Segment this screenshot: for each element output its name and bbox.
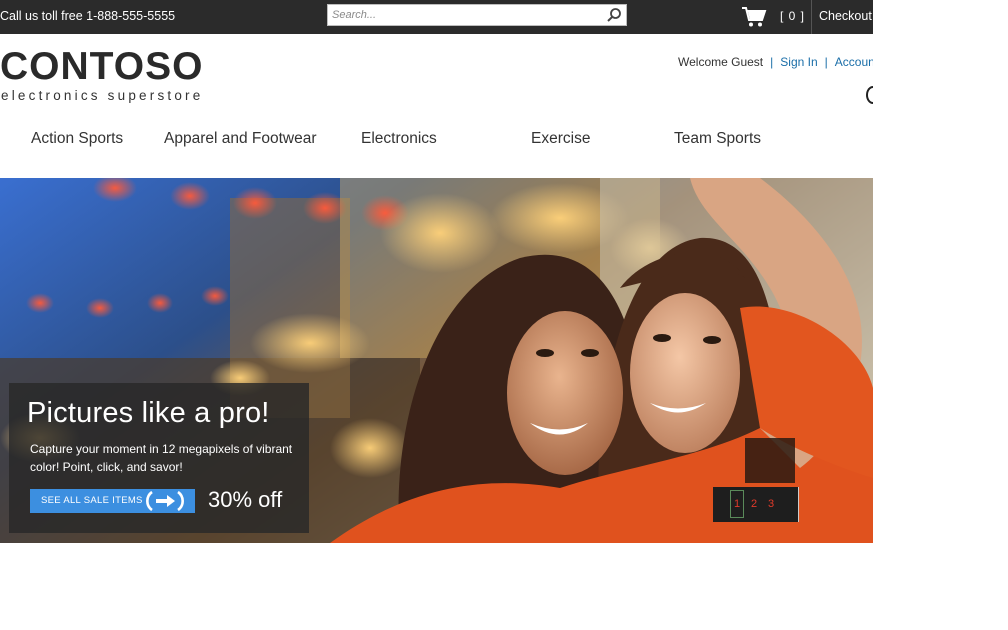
pager-page-1[interactable]: 1	[730, 490, 744, 518]
sign-in-link[interactable]: Sign In	[780, 55, 817, 69]
link-divider: |	[770, 55, 774, 69]
nav-item-action-sports[interactable]: Action Sports	[31, 130, 123, 148]
nav-item-electronics[interactable]: Electronics	[361, 130, 437, 148]
cart-icon[interactable]	[741, 6, 767, 28]
welcome-text: Welcome Guest	[678, 55, 764, 69]
logo-wordmark: CONTOSO	[0, 45, 204, 88]
user-links: Welcome Guest | Sign In | Account	[678, 55, 873, 69]
nav-item-team-sports[interactable]: Team Sports	[674, 130, 761, 148]
arrow-circle-icon	[146, 490, 184, 512]
discount-text: 30% off	[208, 487, 283, 512]
search-box[interactable]	[327, 4, 627, 26]
nav-item-apparel-and-footwear[interactable]: Apparel and Footwear	[164, 130, 317, 148]
logo-tagline: electronics superstore	[1, 88, 204, 103]
topbar-divider	[811, 0, 812, 34]
search-icon[interactable]	[606, 7, 622, 23]
promo-panel: Pictures like a pro! Capture your moment…	[9, 383, 309, 533]
cta-label: SEE ALL SALE ITEMS	[41, 495, 143, 506]
site-logo[interactable]: CONTOSO electronics superstore	[0, 47, 225, 105]
page: Call us toll free 1-888-555-5555 [ 0 ] C…	[0, 0, 873, 543]
see-all-sale-items-button[interactable]: SEE ALL SALE ITEMS	[30, 489, 195, 513]
promo-description: Capture your moment in 12 megapixels of …	[30, 442, 293, 474]
search-input[interactable]	[332, 7, 602, 23]
checkout-link[interactable]: Checkout	[819, 9, 872, 23]
link-divider: |	[824, 55, 828, 69]
cart-count[interactable]: [ 0 ]	[780, 9, 805, 23]
main-nav: Action Sports Apparel and Footwear Elect…	[0, 130, 873, 154]
partial-round-icon	[866, 86, 873, 104]
top-bar: Call us toll free 1-888-555-5555 [ 0 ] C…	[0, 0, 873, 34]
pager-page-2[interactable]: 2	[748, 498, 760, 510]
hero-banner[interactable]: Pictures like a pro! Capture your moment…	[0, 178, 873, 543]
promo-title: Pictures like a pro!	[27, 397, 270, 429]
account-link[interactable]: Account	[835, 55, 873, 69]
slide-pager: 1 2 3	[713, 487, 799, 522]
pager-page-3[interactable]: 3	[765, 498, 777, 510]
nav-item-exercise[interactable]: Exercise	[531, 130, 590, 148]
toll-free-phone: Call us toll free 1-888-555-5555	[0, 9, 176, 23]
